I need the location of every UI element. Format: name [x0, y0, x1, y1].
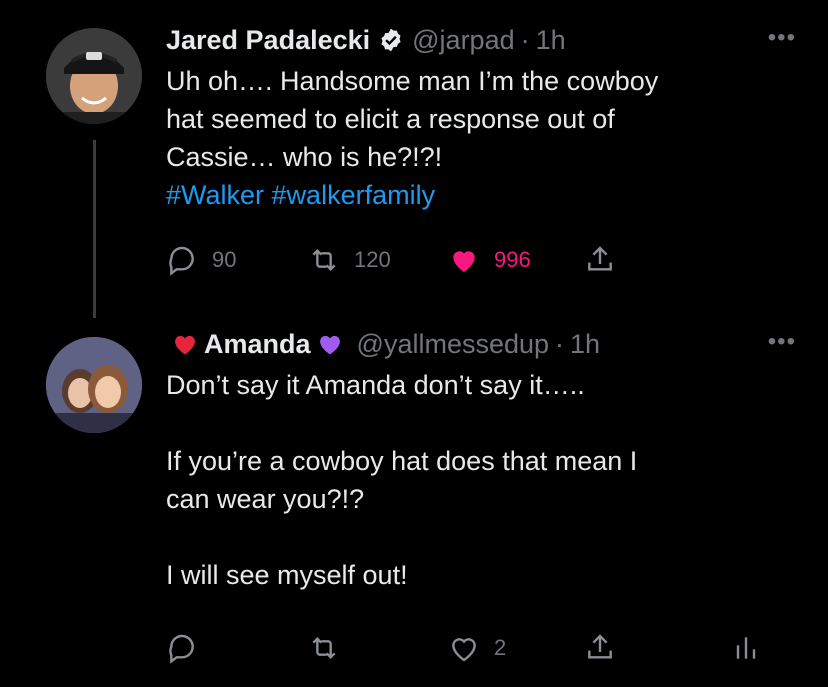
tweet-header: Amanda @yallmessedup · 1h — [166, 326, 788, 362]
reply-button[interactable] — [166, 632, 308, 664]
red-heart-icon — [175, 335, 195, 355]
analytics-icon — [736, 637, 756, 659]
text-line: If you’re a cowboy hat does that mean I — [166, 446, 638, 476]
text-line: Cassie… who is he?!?! — [166, 142, 443, 172]
avatar-image — [46, 28, 142, 124]
verified-badge-icon — [381, 28, 401, 52]
reply-icon — [169, 634, 194, 664]
like-button[interactable]: 996 — [448, 244, 584, 276]
like-button[interactable]: 2 — [448, 632, 584, 664]
reply-button[interactable]: 90 — [166, 244, 308, 276]
user-handle[interactable]: @jarpad — [412, 25, 514, 56]
tweet-actions: 2 — [166, 632, 762, 664]
display-name[interactable]: Amanda — [204, 329, 311, 360]
share-button[interactable] — [584, 244, 616, 276]
more-options-icon[interactable]: ••• — [768, 328, 796, 356]
avatar[interactable] — [46, 28, 142, 124]
avatar-image — [46, 337, 142, 433]
hashtag-link[interactable]: #Walker — [166, 180, 264, 210]
text-line: hat seemed to elicit a response out of — [166, 104, 615, 134]
tweet-header: Jared Padalecki @jarpad · 1h — [166, 22, 788, 58]
reply-count: 90 — [212, 247, 237, 272]
analytics-button[interactable] — [730, 632, 762, 664]
like-count: 996 — [494, 247, 531, 272]
text-line: can wear you?!? — [166, 484, 365, 514]
share-icon — [588, 246, 612, 271]
retweet-icon — [312, 636, 336, 660]
more-options-icon[interactable]: ••• — [768, 24, 796, 52]
tweet-text: Uh oh…. Handsome man I’m the cowboy hat … — [166, 62, 788, 214]
heart-icon — [452, 638, 476, 662]
user-handle[interactable]: @yallmessedup — [357, 329, 550, 360]
tweet-actions: 90 120 996 — [166, 244, 616, 276]
separator-dot: · — [555, 328, 565, 359]
retweet-count: 120 — [354, 247, 391, 272]
like-count: 2 — [494, 635, 507, 660]
display-name[interactable]: Jared Padalecki — [166, 25, 370, 56]
tweet[interactable]: Jared Padalecki @jarpad · 1h ••• Uh oh….… — [0, 0, 828, 318]
text-line: I will see myself out! — [166, 560, 408, 590]
tweet[interactable]: Amanda @yallmessedup · 1h ••• Don’t say … — [0, 300, 828, 687]
thread-line — [93, 140, 96, 318]
timestamp[interactable]: 1h — [536, 25, 566, 56]
timestamp[interactable]: 1h — [570, 329, 600, 360]
share-icon — [588, 634, 612, 659]
heart-icon — [453, 251, 475, 272]
separator-dot: · — [520, 24, 530, 55]
hashtag-link[interactable]: #walkerfamily — [272, 180, 436, 210]
tweet-text: Don’t say it Amanda don’t say it….. If y… — [166, 366, 788, 594]
text-line: Don’t say it Amanda don’t say it….. — [166, 370, 585, 400]
retweet-button[interactable] — [308, 632, 448, 664]
retweet-button[interactable]: 120 — [308, 244, 448, 276]
share-button[interactable] — [584, 632, 730, 664]
avatar[interactable] — [46, 337, 142, 433]
reply-icon — [169, 246, 194, 276]
text-line: Uh oh…. Handsome man I’m the cowboy — [166, 66, 659, 96]
purple-heart-icon — [319, 335, 340, 355]
retweet-icon — [312, 248, 336, 272]
